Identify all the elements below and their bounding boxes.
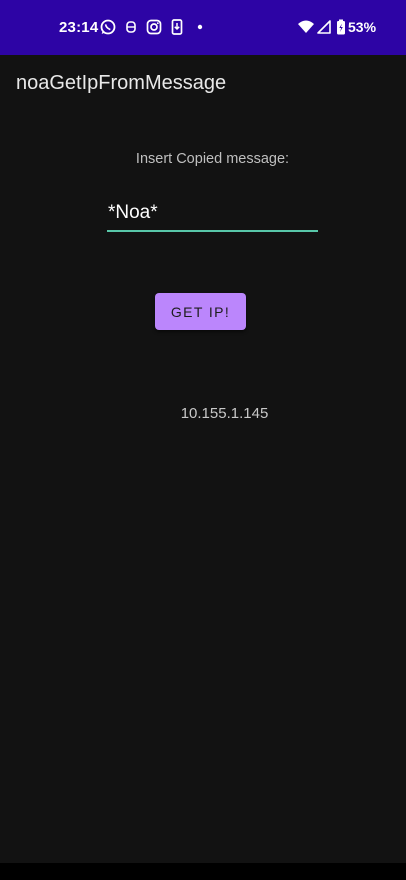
battery-percent: 53% — [348, 19, 377, 35]
status-time: 23:14 — [59, 19, 99, 36]
wifi-icon — [297, 18, 315, 36]
get-ip-button[interactable]: GET IP! — [155, 293, 246, 330]
prompt-label: Insert Copied message: — [135, 151, 290, 167]
navigation-bar — [0, 863, 406, 880]
status-bar: 23:14 53% — [0, 0, 406, 55]
app-title: noaGetIpFromMessage — [16, 72, 227, 94]
ip-result-text: 10.155.1.145 — [180, 405, 269, 422]
message-input[interactable] — [107, 200, 318, 232]
messenger-icon — [122, 18, 140, 36]
signal-icon — [315, 18, 333, 36]
dot-icon — [191, 18, 209, 36]
phone-save-icon — [168, 18, 186, 36]
instagram-icon — [145, 18, 163, 36]
whatsapp-icon — [99, 18, 117, 36]
